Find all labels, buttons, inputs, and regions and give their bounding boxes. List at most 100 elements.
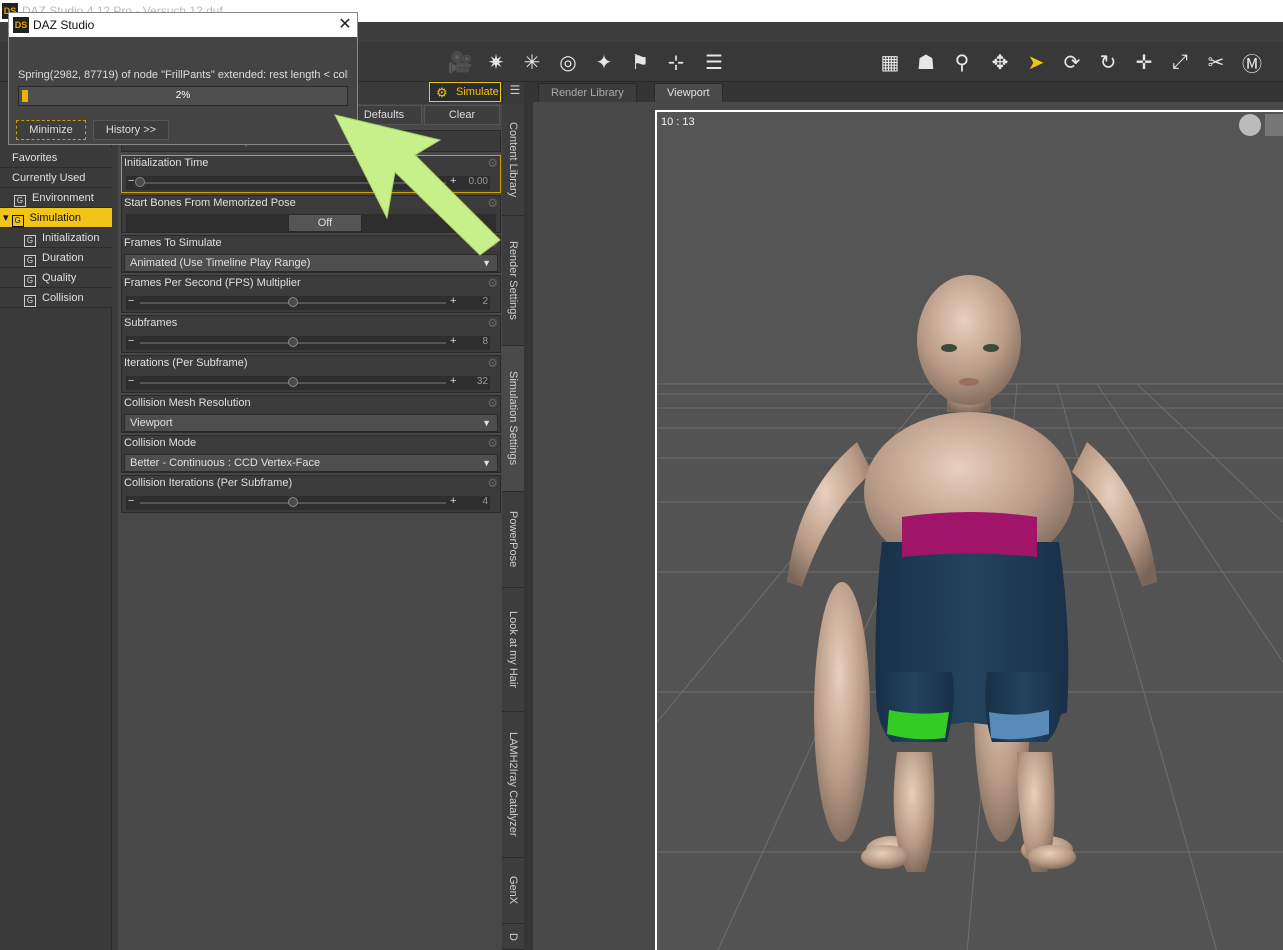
pointer-tool-icon[interactable]: ➤ (1022, 48, 1050, 76)
scale-tool-icon[interactable]: ⤢ (1166, 48, 1194, 76)
gear-icon[interactable]: ⚙ (487, 276, 498, 290)
increment-icon[interactable]: + (450, 375, 456, 387)
tab-genx[interactable]: GenX (502, 858, 524, 924)
property-label: Iterations (Per Subframe) (124, 357, 248, 369)
tab-simulation-settings[interactable]: Simulation Settings (502, 346, 524, 492)
universal-tool-icon[interactable]: ✥ (986, 48, 1014, 76)
dropdown-value: Better - Continuous : CCD Vertex-Face (130, 457, 321, 469)
rotate-view-icon[interactable]: ⟳ (1058, 48, 1086, 76)
category-environment[interactable]: G Environment (0, 188, 112, 208)
slider-track[interactable]: − +8 (126, 335, 490, 350)
slider-handle[interactable] (135, 177, 145, 187)
null-node-icon[interactable]: ⊹ (662, 48, 690, 76)
group-icon: G (24, 235, 36, 247)
slider-track[interactable]: − +2 (126, 295, 490, 310)
slider-track[interactable]: − +32 (126, 375, 490, 390)
panel-splitter[interactable] (524, 82, 533, 950)
tab-d[interactable]: D (502, 924, 524, 950)
distant-light-icon[interactable]: ✳ (518, 48, 546, 76)
history-button[interactable]: History >> (93, 120, 169, 140)
decrement-icon[interactable]: − (128, 295, 134, 307)
increment-icon[interactable]: + (450, 495, 456, 507)
tab-label: Simulation Settings (507, 371, 519, 466)
translate-tool-icon[interactable]: ✛ (1130, 48, 1158, 76)
align-tool-icon[interactable]: ☰ (700, 48, 728, 76)
gear-icon[interactable]: ⚙ (487, 356, 498, 370)
tab-viewport[interactable]: Viewport (654, 83, 723, 102)
tab-label: D (507, 932, 519, 941)
progress-label: 2% (175, 90, 191, 101)
gear-icon[interactable]: ⚙ (487, 316, 498, 330)
category-initialization[interactable]: G Initialization (0, 228, 112, 248)
point-light-icon[interactable]: ◎ (554, 48, 582, 76)
geometry-editor-icon[interactable]: Ⓜ (1238, 48, 1266, 76)
dropdown-select[interactable]: Better - Continuous : CCD Vertex-Face ▼ (124, 454, 498, 472)
dialog-titlebar: DAZ Studio (9, 13, 357, 37)
simulate-button[interactable]: ⚙ Simulate (429, 82, 501, 102)
arrow-shape (334, 114, 501, 256)
slider-value[interactable]: 32 (477, 376, 488, 387)
increment-icon[interactable]: + (450, 335, 456, 347)
category-quality[interactable]: G Quality (0, 268, 112, 288)
category-collision[interactable]: G Collision (0, 288, 112, 308)
tab-render-library[interactable]: Render Library (538, 83, 637, 102)
slider-track[interactable]: − +4 (126, 495, 490, 510)
slider-handle[interactable] (288, 377, 298, 387)
slider-handle[interactable] (288, 337, 298, 347)
annotation-arrow (334, 114, 501, 256)
dropdown-value: Animated (Use Timeline Play Range) (130, 257, 311, 269)
dropdown-select[interactable]: Viewport ▼ (124, 414, 498, 432)
decrement-icon[interactable]: − (128, 495, 134, 507)
dialog-title: DAZ Studio (33, 18, 95, 32)
panel-menu-icon[interactable]: ☰ (508, 83, 522, 99)
tab-label: Look at my Hair (507, 610, 519, 689)
progress-bar: 2% (18, 86, 348, 106)
slider-value[interactable]: 2 (482, 296, 488, 307)
gear-icon[interactable]: ⚙ (487, 436, 498, 450)
rotate-tool-icon[interactable]: ↻ (1094, 48, 1122, 76)
camera-add-icon[interactable]: 🎥 (446, 48, 474, 76)
decrement-icon[interactable]: − (128, 335, 134, 347)
category-label: Simulation (29, 212, 81, 224)
viewport-canvas[interactable]: 10 : 13 (655, 110, 1283, 950)
close-icon[interactable]: ✕ (335, 15, 355, 35)
slider-handle[interactable] (288, 297, 298, 307)
gear-icon[interactable]: ⚙ (487, 476, 498, 490)
category-duration[interactable]: G Duration (0, 248, 112, 268)
node-selection-icon[interactable]: ☗ (912, 48, 940, 76)
decrement-icon[interactable]: − (128, 175, 134, 187)
category-currently-used[interactable]: Currently Used (0, 168, 112, 188)
chevron-down-icon: ▼ (482, 458, 491, 468)
emitter-icon[interactable]: ⚑ (626, 48, 654, 76)
tab-lamh2iray-catalyzer[interactable]: LAMH2Iray Catalyzer (502, 712, 524, 858)
group-icon: G (24, 275, 36, 287)
view-tabs-bar (533, 82, 1283, 102)
draw-style-icon[interactable] (1239, 114, 1261, 136)
property-frames-per-second-fps-multiplier: Frames Per Second (FPS) Multiplier ⚙ − +2 (121, 275, 501, 313)
joint-editor-icon[interactable]: ⚲ (948, 48, 976, 76)
increment-icon[interactable]: + (450, 295, 456, 307)
property-label: Subframes (124, 317, 178, 329)
category-favorites[interactable]: Favorites (0, 148, 112, 168)
category-label: Favorites (12, 152, 58, 164)
group-icon: G (14, 195, 26, 207)
camera-view-icon[interactable] (1265, 114, 1283, 136)
property-label: Start Bones From Memorized Pose (124, 197, 296, 209)
category-simulation[interactable]: ▾ G Simulation (0, 208, 112, 228)
grid-view-icon[interactable]: ▦ (876, 48, 904, 76)
decrement-icon[interactable]: − (128, 375, 134, 387)
slider-value[interactable]: 4 (482, 496, 488, 507)
spline-tool-icon[interactable]: ✂ (1202, 48, 1230, 76)
waistband (902, 512, 1037, 557)
slider-handle[interactable] (288, 497, 298, 507)
tab-look-at-my-hair[interactable]: Look at my Hair (502, 588, 524, 712)
spotlight-add-icon[interactable]: ✷ (482, 48, 510, 76)
minimize-button[interactable]: Minimize (16, 120, 86, 140)
property-subframes: Subframes ⚙ − +8 (121, 315, 501, 353)
tab-powerpose[interactable]: PowerPose (502, 492, 524, 588)
slider-value[interactable]: 8 (482, 336, 488, 347)
gear-icon[interactable]: ⚙ (487, 396, 498, 410)
expand-arrow-icon[interactable]: ▾ (3, 212, 12, 224)
group-icon: G (24, 295, 36, 307)
light-wand-icon[interactable]: ✦ (590, 48, 618, 76)
